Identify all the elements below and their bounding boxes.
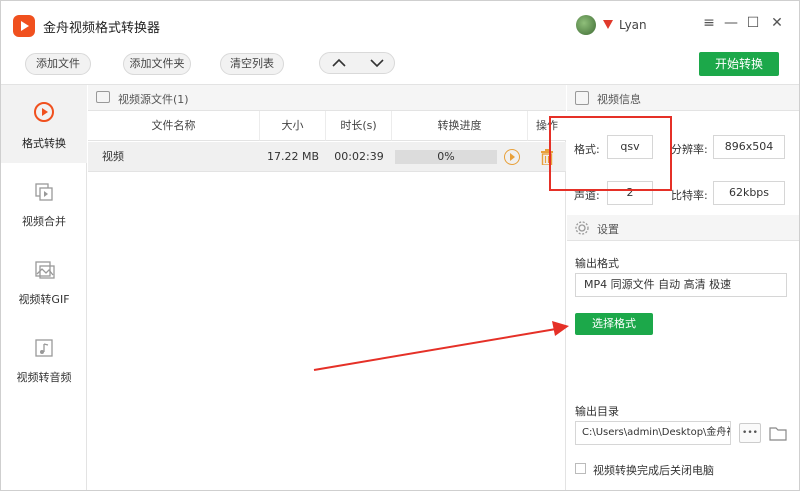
- file-list-header: 视频源文件(1): [88, 85, 566, 111]
- sidebar-item-label: 视频转GIF: [18, 293, 70, 306]
- gif-image-icon: [35, 261, 55, 279]
- video-info-icon: [575, 91, 589, 105]
- column-header-name: 文件名称: [88, 111, 260, 141]
- username[interactable]: Lyan: [619, 18, 647, 32]
- output-dir-field[interactable]: C:\Users\admin\Desktop\金舟视: [575, 421, 731, 445]
- sidebar-item-label: 视频转音频: [16, 371, 72, 384]
- music-note-icon: [35, 339, 53, 357]
- resolution-value: 896x504: [713, 135, 785, 159]
- sidebar-item-video-to-gif[interactable]: 视频转GIF: [1, 249, 87, 327]
- chevron-down-icon: [370, 59, 384, 68]
- bitrate-value: 62kbps: [713, 181, 785, 205]
- settings-title: 设置: [597, 223, 619, 236]
- shutdown-checkbox[interactable]: [575, 463, 586, 474]
- minimize-button[interactable]: —: [723, 15, 739, 31]
- merge-icon: [35, 183, 53, 201]
- sidebar-item-format-convert[interactable]: 格式转换: [1, 85, 87, 163]
- add-file-button[interactable]: 添加文件: [25, 53, 91, 75]
- file-size-cell: 17.22 MB: [266, 150, 320, 163]
- output-format-label: 输出格式: [575, 257, 619, 270]
- annotation-highlight-box: [549, 116, 672, 191]
- more-button[interactable]: •••: [739, 423, 761, 443]
- column-header-size: 大小: [260, 111, 326, 141]
- title-bar: 金舟视频格式转换器 Lyan ≡ — ☐ ✕: [1, 1, 799, 47]
- vip-diamond-icon: [603, 20, 613, 29]
- move-down-button[interactable]: [358, 53, 396, 73]
- close-button[interactable]: ✕: [769, 15, 785, 31]
- output-dir-label: 输出目录: [575, 405, 619, 418]
- move-up-button[interactable]: [320, 53, 358, 73]
- reorder-group: [319, 52, 395, 74]
- progress-text: 0%: [437, 150, 455, 163]
- folder-icon[interactable]: [769, 425, 787, 441]
- settings-header: 设置: [567, 215, 799, 241]
- output-format-field[interactable]: MP4 同源文件 自动 高清 极速: [575, 273, 787, 297]
- column-header-duration: 时长(s): [326, 111, 392, 141]
- file-duration-cell: 00:02:39: [334, 150, 384, 163]
- app-logo-icon: [13, 15, 35, 37]
- convert-play-icon[interactable]: [504, 149, 520, 165]
- toolbar: 添加文件 添加文件夹 清空列表 开始转换: [1, 47, 799, 85]
- menu-icon[interactable]: ≡: [701, 15, 717, 31]
- shutdown-label: 视频转换完成后关闭电脑: [593, 464, 714, 477]
- app-title: 金舟视频格式转换器: [43, 21, 161, 36]
- user-avatar[interactable]: [576, 15, 596, 35]
- sidebar-item-video-to-audio[interactable]: 视频转音频: [1, 327, 87, 405]
- sidebar-item-label: 格式转换: [22, 137, 66, 150]
- select-format-button[interactable]: 选择格式: [575, 313, 653, 335]
- app-window: 金舟视频格式转换器 Lyan ≡ — ☐ ✕ 添加文件 添加文件夹 清空列表 开…: [0, 0, 800, 491]
- add-folder-button[interactable]: 添加文件夹: [123, 53, 191, 75]
- sidebar-item-video-merge[interactable]: 视频合并: [1, 171, 87, 249]
- clear-list-button[interactable]: 清空列表: [220, 53, 284, 75]
- file-list-panel: 视频源文件(1) 文件名称 大小 时长(s) 转换进度 操作 视频 17.22 …: [88, 85, 566, 490]
- file-list-icon: [96, 91, 110, 103]
- progress-bar: 0%: [395, 150, 497, 164]
- column-header-progress: 转换进度: [392, 111, 528, 141]
- file-list-title: 视频源文件(1): [118, 93, 189, 106]
- video-info-title: 视频信息: [597, 93, 641, 106]
- sidebar-item-label: 视频合并: [22, 215, 66, 228]
- chevron-up-icon: [332, 58, 346, 67]
- bitrate-label: 比特率:: [671, 189, 708, 202]
- sidebar: 格式转换 视频合并 视频转GIF 视频转音频: [1, 85, 87, 490]
- video-info-header: 视频信息: [567, 85, 799, 111]
- file-name-cell: 视频: [102, 150, 124, 163]
- play-circle-icon: [34, 102, 54, 122]
- gear-icon: [575, 221, 589, 235]
- maximize-button[interactable]: ☐: [745, 15, 761, 31]
- resolution-label: 分辨率:: [671, 143, 708, 156]
- table-row[interactable]: 视频 17.22 MB 00:02:39 0%: [88, 142, 566, 172]
- start-convert-button[interactable]: 开始转换: [699, 52, 779, 76]
